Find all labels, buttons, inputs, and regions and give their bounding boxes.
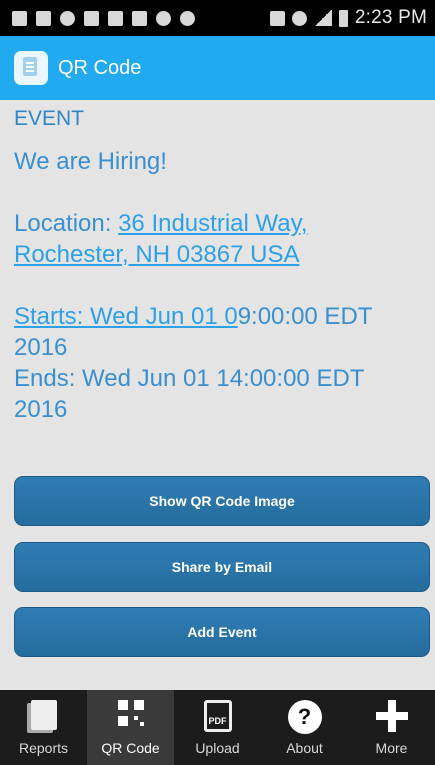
battery-icon	[338, 9, 348, 27]
starts-link[interactable]: Starts: Wed Jun 01 0	[14, 303, 238, 330]
share-by-email-button[interactable]: Share by Email	[14, 542, 430, 592]
add-event-button[interactable]: Add Event	[14, 607, 430, 657]
show-qr-code-image-button[interactable]: Show QR Code Image	[14, 476, 430, 526]
bluetooth-icon	[269, 10, 285, 26]
status-time: 2:23 PM	[354, 7, 427, 28]
settings-icon	[156, 10, 171, 26]
status-bar: 2:23 PM	[0, 0, 435, 36]
starts-time: 9:00:00 EDT	[237, 303, 373, 330]
event-details: EVENT We are Hiring! Location: 36 Indust…	[14, 107, 424, 425]
event-dates: Starts: Wed Jun 01 09:00:00 EDT 2016 End…	[14, 301, 424, 425]
image-icon	[84, 10, 99, 26]
tab-more[interactable]: More	[348, 690, 435, 765]
pdf-icon: PDF	[203, 700, 232, 732]
tab-upload[interactable]: PDF Upload	[174, 690, 261, 765]
tab-label: More	[375, 740, 408, 756]
event-type-label: EVENT	[14, 107, 85, 130]
tab-qr-code[interactable]: QR Code	[87, 690, 174, 765]
tab-label: About	[286, 740, 323, 756]
youtube-icon	[108, 10, 123, 26]
notification-icons	[12, 10, 270, 26]
qr-code-icon	[117, 700, 144, 726]
reports-icon	[30, 700, 57, 730]
phone-icon	[60, 10, 75, 26]
event-title: We are Hiring!	[14, 148, 167, 175]
ends-year: 2016	[14, 396, 68, 423]
ends-text: Ends: Wed Jun 01 14:00:00 EDT	[14, 365, 365, 392]
wifi-icon	[291, 10, 307, 26]
tab-label: Upload	[195, 740, 240, 756]
starts-year: 2016	[14, 334, 68, 361]
app-document-icon[interactable]	[14, 51, 48, 85]
tab-label: Reports	[18, 740, 69, 756]
location-link[interactable]: 36 Industrial Way,	[118, 210, 307, 237]
page-title: QR Code	[58, 56, 142, 79]
bottom-tab-bar: Reports QR Code PDF Upload ? About More	[0, 690, 435, 765]
event-location: Location: 36 Industrial Way, Rochester, …	[14, 208, 424, 270]
chat-icon	[180, 10, 195, 26]
help-icon: ?	[287, 700, 322, 734]
youtube-icon	[132, 10, 147, 26]
plus-icon	[375, 700, 408, 732]
tab-reports[interactable]: Reports	[0, 690, 87, 765]
location-link-line2[interactable]: Rochester, NH 03867 USA	[14, 241, 299, 268]
location-label: Location:	[14, 210, 119, 237]
storage-icon	[36, 10, 51, 26]
signal-icon	[313, 10, 332, 26]
action-bar: QR Code	[0, 36, 435, 100]
tab-about[interactable]: ? About	[261, 690, 348, 765]
usb-icon	[12, 10, 27, 26]
tab-label: QR Code	[101, 740, 160, 756]
